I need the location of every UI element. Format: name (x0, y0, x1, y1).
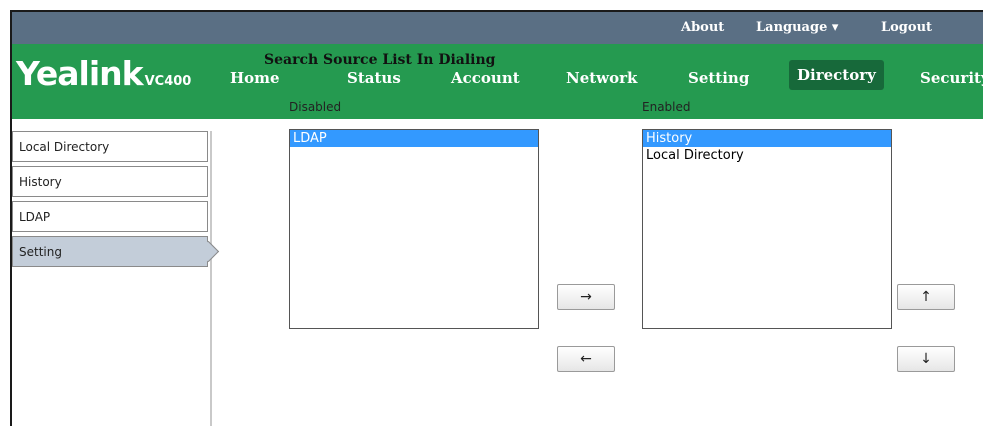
move-up-button[interactable]: ↑ (897, 284, 955, 310)
enabled-list[interactable]: History Local Directory (642, 129, 892, 329)
yealink-logo: Yealink VC400 (16, 54, 191, 93)
list-item[interactable]: History (643, 130, 891, 147)
sidebar-item-history[interactable]: History (12, 166, 208, 197)
sidebar: Local Directory History LDAP Setting (12, 131, 212, 426)
main-nav: Yealink VC400 Home Status Account Network… (12, 44, 983, 119)
enabled-label: Enabled (642, 100, 691, 114)
move-down-button[interactable]: ↓ (897, 346, 955, 372)
brand-model: VC400 (144, 74, 192, 89)
move-left-button[interactable]: ← (557, 346, 615, 372)
sidebar-item-local-directory[interactable]: Local Directory (12, 131, 208, 162)
nav-network[interactable]: Network (566, 69, 637, 87)
top-bar: About Language ▾ Logout (12, 12, 983, 44)
sidebar-item-ldap[interactable]: LDAP (12, 201, 208, 232)
move-right-button[interactable]: → (557, 284, 615, 310)
list-item[interactable]: LDAP (290, 130, 538, 147)
list-item[interactable]: Local Directory (643, 147, 891, 164)
disabled-label: Disabled (289, 100, 342, 114)
page-title: Search Source List In Dialing (264, 52, 496, 68)
nav-setting[interactable]: Setting (688, 69, 749, 87)
language-menu[interactable]: Language ▾ (756, 20, 838, 35)
sidebar-item-setting[interactable]: Setting (12, 236, 208, 267)
app-frame: About Language ▾ Logout Yealink VC400 Hom… (10, 10, 983, 426)
nav-security[interactable]: Security (920, 69, 983, 87)
nav-directory[interactable]: Directory (789, 60, 884, 90)
nav-status[interactable]: Status (347, 69, 401, 87)
nav-account[interactable]: Account (451, 69, 520, 87)
brand-name: Yealink (16, 54, 144, 93)
nav-home[interactable]: Home (230, 69, 280, 87)
logout-link[interactable]: Logout (881, 20, 932, 35)
about-link[interactable]: About (681, 20, 724, 35)
disabled-list[interactable]: LDAP (289, 129, 539, 329)
